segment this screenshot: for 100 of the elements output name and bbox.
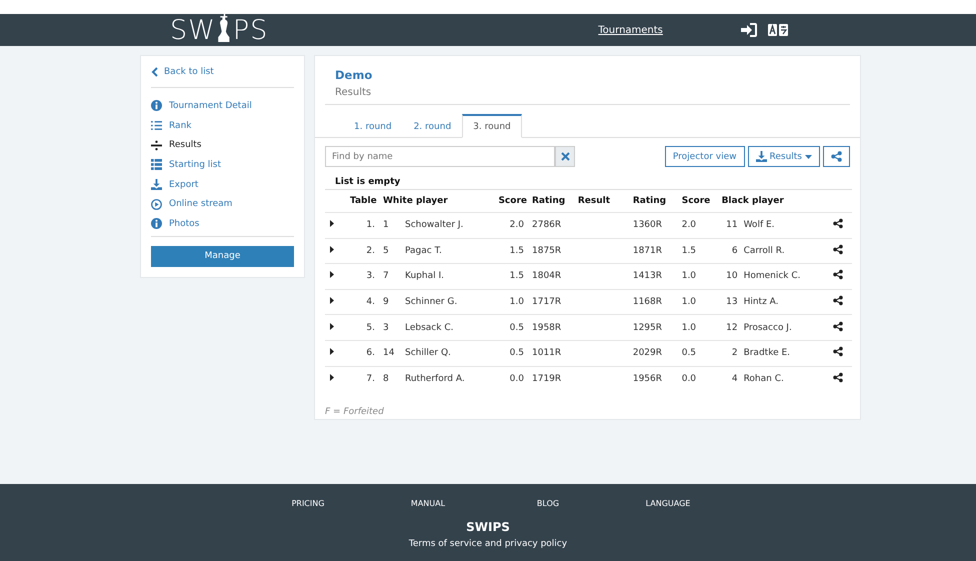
player-number: 2 — [730, 348, 738, 358]
download-icon — [756, 151, 766, 162]
page-subtitle: Results — [335, 87, 372, 98]
sidebar-item[interactable]: Rank — [151, 116, 294, 136]
info-icon — [151, 100, 162, 112]
player-number: 9 — [383, 297, 390, 308]
table-number: 1. — [349, 212, 379, 238]
login-icon[interactable] — [740, 23, 757, 37]
clear-button[interactable] — [555, 146, 575, 167]
table-cell: 1.5 — [488, 238, 528, 264]
share-icon[interactable] — [833, 218, 843, 230]
player-name: Carroll R. — [744, 246, 785, 256]
player-number: 1 — [383, 220, 390, 230]
player-name: Rutherford A. — [405, 374, 465, 384]
player-name: Pagac T. — [405, 246, 442, 256]
share-icon[interactable] — [833, 372, 843, 383]
tournament-title: Demo — [335, 68, 374, 82]
table-cell: 1804R — [528, 264, 577, 290]
manage-button[interactable]: Manage — [151, 246, 294, 267]
round-tab[interactable]: 3. round — [462, 114, 522, 138]
table-cell: 0.5 — [488, 340, 528, 366]
sidebar-item[interactable]: Results — [151, 135, 294, 156]
table-cell: 1.5 — [678, 238, 721, 264]
table-cell: 1.0 — [678, 264, 721, 290]
chevron-left-icon — [151, 67, 158, 77]
player-name: Schowalter J. — [405, 220, 464, 230]
player-number: 4 — [730, 374, 738, 384]
share-icon[interactable] — [833, 269, 843, 280]
share-icon[interactable] — [833, 346, 843, 358]
logo[interactable]: SW PS — [170, 16, 268, 44]
table-cell: 1.0 — [678, 289, 721, 315]
share-icon[interactable] — [833, 295, 843, 306]
footer-link[interactable]: MANUAL — [368, 499, 488, 508]
expand-caret-icon[interactable] — [330, 297, 334, 304]
table-cell: 2029R — [628, 340, 678, 366]
projector-view-button[interactable]: Projector view — [664, 146, 744, 167]
table-number: 6. — [349, 340, 379, 366]
expand-caret-icon[interactable] — [330, 271, 334, 278]
footer-link[interactable]: LANGUAGE — [608, 499, 728, 508]
column-header: Table — [349, 190, 379, 212]
footer-brand: SWIPS — [466, 520, 510, 534]
player-number: 6 — [730, 246, 738, 256]
share-icon[interactable] — [833, 244, 843, 255]
player-number: 10 — [725, 271, 738, 282]
table-cell: 1719R — [528, 366, 577, 392]
column-header: Rating — [528, 190, 577, 212]
sidebar-item[interactable]: Photos — [151, 214, 294, 234]
table-cell: 1.5 — [488, 264, 528, 290]
table-cell: 0.0 — [488, 366, 528, 392]
table-cell: 1.0 — [488, 289, 528, 315]
terms-link[interactable]: Terms of service and privacy policy — [408, 539, 568, 549]
player-number: 13 — [725, 297, 738, 308]
back-link[interactable]: Back to list — [151, 66, 294, 85]
expand-caret-icon[interactable] — [330, 322, 334, 330]
round-tab[interactable]: 1. round — [343, 114, 403, 138]
player-name: Kuphal I. — [405, 271, 444, 282]
play-circle-icon — [151, 198, 162, 210]
table-cell: 1413R — [628, 264, 678, 290]
sidebar-item[interactable]: Tournament Detail — [151, 96, 294, 116]
column-header: Score — [678, 190, 721, 212]
round-tab[interactable]: 2. round — [402, 114, 462, 138]
results-dropdown-button[interactable]: Results — [748, 146, 820, 167]
player-number: 8 — [383, 374, 390, 384]
sidebar-item[interactable]: Online stream — [151, 194, 294, 214]
player-name: Wolf E. — [744, 220, 775, 230]
sidebar-item[interactable]: Export — [151, 174, 294, 194]
info-icon — [151, 218, 162, 230]
expand-caret-icon[interactable] — [330, 348, 334, 356]
sidebar-item[interactable]: Starting list — [151, 155, 294, 175]
translate-icon[interactable] — [768, 24, 788, 36]
expand-caret-icon[interactable] — [330, 220, 334, 228]
share-icon — [831, 151, 842, 162]
share-icon[interactable] — [833, 320, 843, 332]
empty-note: List is empty — [335, 177, 402, 187]
table-cell: 1011R — [528, 340, 577, 366]
player-number: 12 — [725, 322, 738, 333]
table-number: 5. — [349, 314, 379, 340]
player-name: Lebsack C. — [405, 322, 454, 333]
tournaments-link[interactable]: Tournaments — [598, 24, 663, 36]
column-header: Black player — [720, 190, 824, 212]
table-cell: 2.0 — [488, 212, 528, 238]
player-name: Schinner G. — [405, 297, 458, 308]
share-button[interactable] — [823, 146, 850, 167]
search-field[interactable]: Find by name — [325, 146, 555, 167]
player-name: Homenick C. — [744, 271, 801, 282]
player-name: Bradtke E. — [744, 348, 790, 358]
expand-caret-icon[interactable] — [330, 374, 334, 381]
player-number: 14 — [383, 348, 396, 358]
table-number: 3. — [349, 264, 379, 290]
table-cell: 1871R — [628, 238, 678, 264]
footer-link[interactable]: PRICING — [248, 499, 368, 508]
column-header: Score — [488, 190, 528, 212]
player-name: Prosacco J. — [744, 322, 792, 333]
footer-link[interactable]: BLOG — [488, 499, 608, 508]
column-header: Rating — [628, 190, 678, 212]
table-cell: 1958R — [528, 314, 577, 340]
column-header: Result — [576, 190, 629, 212]
expand-caret-icon[interactable] — [330, 246, 334, 253]
table-cell: 1956R — [628, 366, 678, 392]
table-number: 2. — [349, 238, 379, 264]
